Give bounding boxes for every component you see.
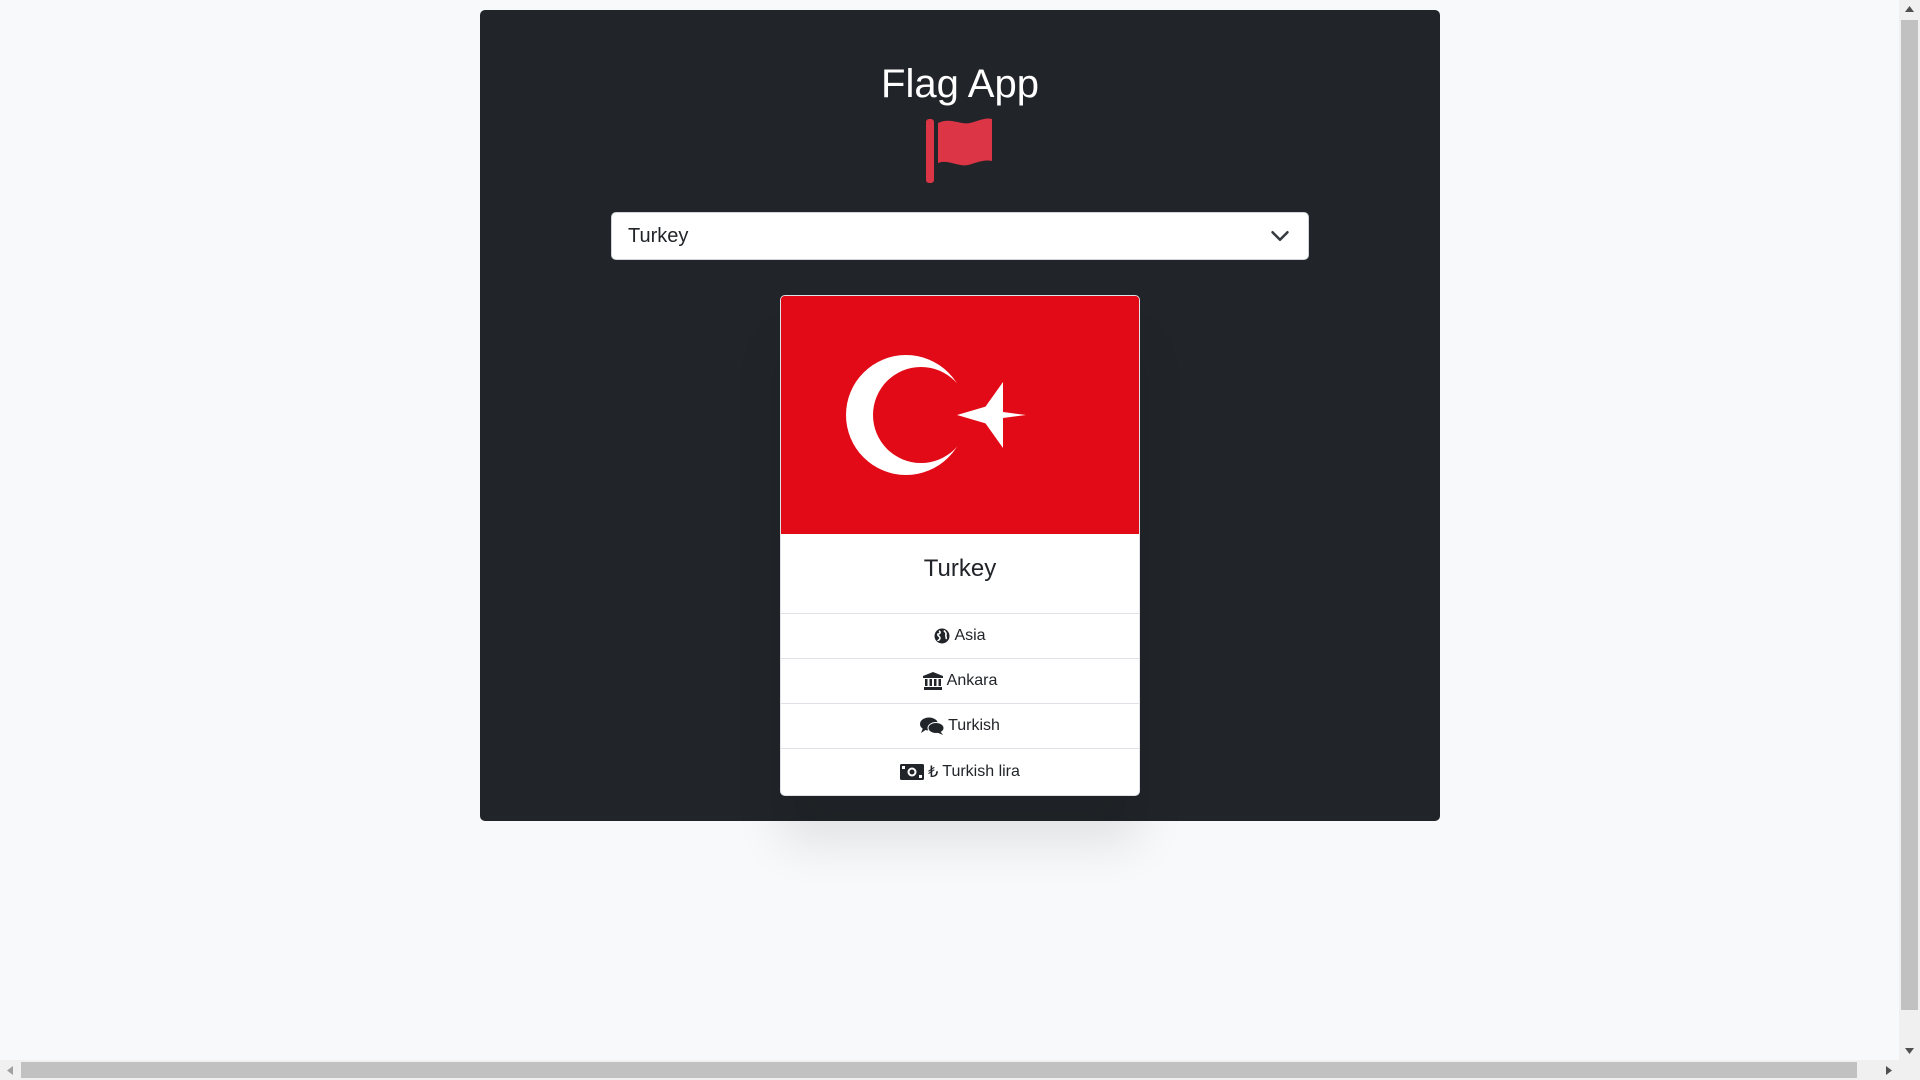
turkey-flag-image [781, 296, 1139, 534]
scroll-left-arrow-icon[interactable] [0, 1060, 20, 1080]
landmark-icon [922, 672, 943, 690]
scrollbar-corner [1899, 1060, 1920, 1080]
money-bill-icon [900, 763, 925, 780]
country-select[interactable]: Turkey [611, 212, 1309, 260]
globe-icon [934, 628, 950, 644]
country-card: Turkey Asia Ankara Turkish ₺ Turkish lir… [780, 295, 1140, 796]
language-text: Turkish [948, 717, 1000, 734]
card-body: Turkey [781, 534, 1139, 614]
scroll-right-arrow-icon[interactable] [1879, 1060, 1899, 1080]
currency-text: Turkish lira [942, 762, 1020, 780]
page-viewport: Flag App Turkey Turkey Asia Ankara Turki… [0, 0, 1899, 1060]
chevron-down-icon [1271, 231, 1289, 241]
vertical-scrollbar[interactable] [1899, 0, 1920, 1060]
info-item-capital: Ankara [781, 659, 1139, 704]
flag-icon [926, 118, 992, 183]
info-item-region: Asia [781, 614, 1139, 659]
info-item-language: Turkish [781, 704, 1139, 749]
horizontal-scrollbar[interactable] [0, 1060, 1899, 1080]
scroll-down-arrow-icon[interactable] [1899, 1042, 1920, 1060]
scroll-up-arrow-icon[interactable] [1899, 0, 1920, 18]
capital-text: Ankara [946, 672, 998, 689]
country-name: Turkey [923, 554, 997, 582]
currency-symbol: ₺ [928, 763, 939, 781]
horizontal-scroll-thumb[interactable] [21, 1062, 1857, 1078]
info-item-currency: ₺ Turkish lira [781, 749, 1139, 794]
vertical-scroll-thumb[interactable] [1901, 20, 1918, 1010]
region-text: Asia [954, 627, 986, 644]
country-select-value: Turkey [628, 224, 689, 247]
app-title: Flag App [881, 62, 1039, 106]
comments-icon [920, 717, 945, 735]
